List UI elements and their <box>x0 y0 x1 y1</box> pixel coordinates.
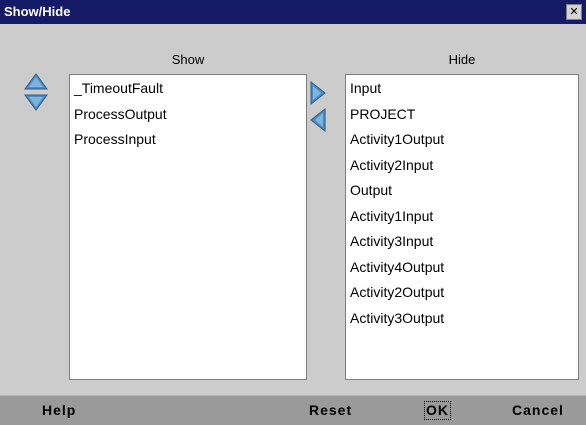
list-item[interactable]: Input <box>350 77 578 103</box>
hide-header: Hide <box>448 52 476 67</box>
list-item[interactable]: ProcessInput <box>74 128 306 154</box>
arrow-right-icon <box>310 80 326 106</box>
close-icon: ✕ <box>569 6 579 18</box>
list-item[interactable]: Activity3Input <box>350 230 578 256</box>
list-item[interactable]: PROJECT <box>350 103 578 129</box>
show-hide-dialog: Show/Hide ✕ Show _TimeoutFault ProcessOu… <box>0 0 586 425</box>
list-item[interactable]: Activity3Output <box>350 307 578 333</box>
help-button[interactable]: Help <box>42 396 76 425</box>
move-down-icon <box>24 94 48 111</box>
window-title: Show/Hide <box>4 4 71 19</box>
reset-button[interactable]: Reset <box>309 396 352 425</box>
show-header: Show <box>171 52 205 67</box>
list-item[interactable]: Activity1Output <box>350 128 578 154</box>
list-item[interactable]: ProcessOutput <box>74 103 306 129</box>
hide-selected-button[interactable] <box>310 80 326 106</box>
list-item[interactable]: _TimeoutFault <box>74 77 306 103</box>
ok-button[interactable]: OK <box>424 401 451 420</box>
move-up-icon <box>24 73 48 90</box>
hide-list[interactable]: Input PROJECT Activity1Output Activity2I… <box>345 74 579 380</box>
close-button[interactable]: ✕ <box>566 4 582 20</box>
button-bar: Help Reset OK Cancel <box>0 395 586 425</box>
show-list[interactable]: _TimeoutFault ProcessOutput ProcessInput <box>69 74 307 380</box>
arrow-left-icon <box>310 107 326 133</box>
list-item[interactable]: Activity1Input <box>350 205 578 231</box>
list-item[interactable]: Output <box>350 179 578 205</box>
show-selected-button[interactable] <box>310 107 326 133</box>
list-item[interactable]: Activity2Output <box>350 281 578 307</box>
cancel-button[interactable]: Cancel <box>512 396 564 425</box>
move-up-button[interactable] <box>24 73 48 91</box>
title-bar: Show/Hide ✕ <box>0 0 586 24</box>
list-item[interactable]: Activity2Input <box>350 154 578 180</box>
list-item[interactable]: Activity4Output <box>350 256 578 282</box>
move-down-button[interactable] <box>24 93 48 111</box>
